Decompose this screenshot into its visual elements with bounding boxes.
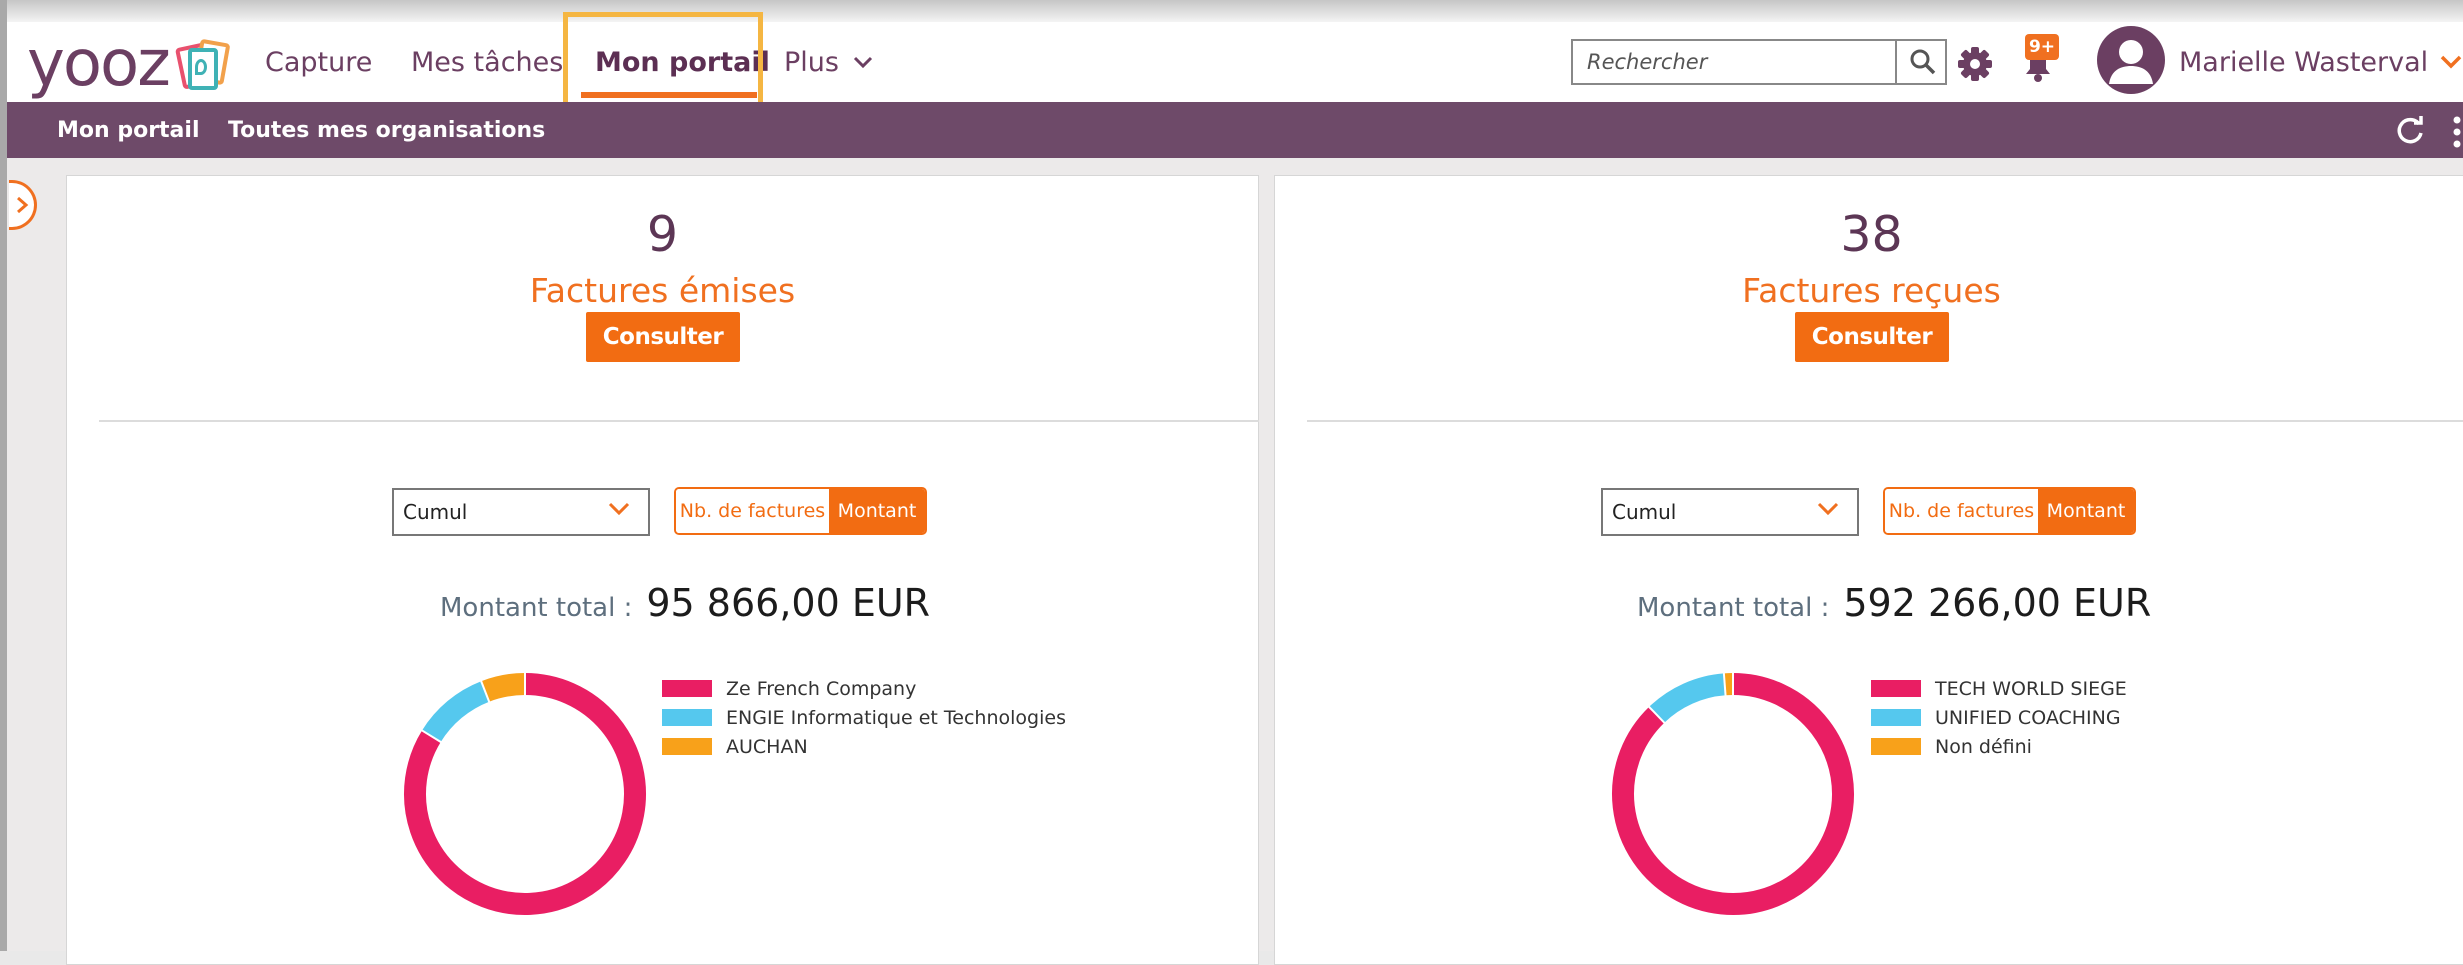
user-icon — [2097, 26, 2165, 94]
total-value: 592 266,00 EUR — [1843, 581, 2151, 625]
top-bar: yooz Capture Mes tâches Mon portail Plus… — [7, 22, 2463, 102]
panel-title: Factures émises — [67, 271, 1258, 310]
subnav-toutes-organisations[interactable]: Toutes mes organisations — [228, 102, 545, 158]
window-frame-top — [0, 0, 2463, 22]
total-amount: Montant total : 95 866,00 EUR — [440, 581, 930, 629]
period-select[interactable]: Cumul — [392, 488, 650, 536]
panel-factures-recues: 38 Factures reçues Consulter Cumul Nb. d… — [1274, 175, 2463, 965]
legend-swatch — [662, 738, 712, 755]
chevron-down-icon — [2440, 55, 2462, 69]
search-icon — [1909, 48, 1937, 76]
nav-plus-label: Plus — [784, 47, 839, 78]
window-frame-left — [0, 0, 7, 951]
chevron-down-icon — [853, 55, 873, 69]
logo-cards-icon — [175, 35, 233, 93]
panel-factures-emises: 9 Factures émises Consulter Cumul Nb. de… — [66, 175, 1259, 965]
toggle-montant[interactable]: Montant — [2038, 489, 2134, 533]
search-button[interactable] — [1895, 41, 1949, 83]
gear-icon[interactable] — [1955, 44, 1995, 84]
nav-plus[interactable]: Plus — [784, 22, 873, 102]
total-label: Montant total : — [1637, 593, 1829, 623]
legend-label: AUCHAN — [726, 736, 808, 758]
divider — [1307, 420, 2463, 422]
donut-slice-2[interactable] — [431, 691, 485, 736]
chevron-down-icon — [1817, 502, 1839, 516]
focus-highlight-box — [563, 12, 763, 112]
period-select-value: Cumul — [403, 500, 467, 524]
chevron-down-icon — [608, 502, 630, 516]
toggle-nb-factures[interactable]: Nb. de factures — [1885, 489, 2038, 533]
total-amount: Montant total : 592 266,00 EUR — [1637, 581, 2151, 629]
nav-mes-taches[interactable]: Mes tâches — [411, 22, 563, 102]
period-select-value: Cumul — [1612, 500, 1676, 524]
legend-item[interactable]: UNIFIED COACHING — [1871, 703, 2127, 732]
toggle-montant[interactable]: Montant — [829, 489, 925, 533]
legend-swatch — [1871, 738, 1921, 755]
total-value: 95 866,00 EUR — [646, 581, 930, 625]
donut-slice-3[interactable] — [485, 684, 525, 691]
refresh-icon[interactable] — [2392, 112, 2428, 148]
invoice-count: 9 — [67, 206, 1258, 263]
legend-item[interactable]: TECH WORLD SIEGE — [1871, 674, 2127, 703]
legend-swatch — [662, 709, 712, 726]
legend-item[interactable]: ENGIE Informatique et Technologies — [662, 703, 1066, 732]
total-label: Montant total : — [440, 593, 632, 623]
notification-badge: 9+ — [2025, 34, 2059, 60]
more-options-icon[interactable] — [2451, 114, 2463, 150]
chevron-right-icon — [15, 195, 29, 215]
chart-legend: TECH WORLD SIEGE UNIFIED COACHING Non défi… — [1871, 674, 2127, 761]
consulter-button[interactable]: Consulter — [586, 312, 740, 362]
legend-label: Ze French Company — [726, 678, 916, 700]
nav-capture[interactable]: Capture — [265, 22, 372, 102]
metric-toggle: Nb. de factures Montant — [1883, 487, 2136, 535]
legend-swatch — [1871, 680, 1921, 697]
chart-legend: Ze French Company ENGIE Informatique et T… — [662, 674, 1066, 761]
legend-label: TECH WORLD SIEGE — [1935, 678, 2127, 700]
period-select[interactable]: Cumul — [1601, 488, 1859, 536]
legend-label: Non défini — [1935, 736, 2032, 758]
legend-label: UNIFIED COACHING — [1935, 707, 2121, 729]
user-name: Marielle Wasterval — [2179, 47, 2428, 78]
legend-swatch — [662, 680, 712, 697]
user-menu[interactable]: Marielle Wasterval — [2179, 22, 2462, 102]
sub-nav-bar: Mon portail Toutes mes organisations — [7, 102, 2463, 158]
search-box — [1571, 39, 1947, 85]
metric-toggle: Nb. de factures Montant — [674, 487, 927, 535]
yooz-logo[interactable]: yooz — [27, 32, 233, 96]
donut-chart — [397, 666, 653, 922]
panel-title: Factures reçues — [1275, 271, 2463, 310]
donut-slice-1[interactable] — [1623, 684, 1843, 904]
divider — [99, 420, 1259, 422]
legend-swatch — [1871, 709, 1921, 726]
consulter-button[interactable]: Consulter — [1795, 312, 1949, 362]
legend-label: ENGIE Informatique et Technologies — [726, 707, 1066, 729]
toggle-nb-factures[interactable]: Nb. de factures — [676, 489, 829, 533]
donut-slice-2[interactable] — [1657, 684, 1725, 714]
avatar[interactable] — [2097, 26, 2165, 94]
logo-text: yooz — [27, 32, 169, 96]
donut-chart — [1605, 666, 1861, 922]
legend-item[interactable]: Ze French Company — [662, 674, 1066, 703]
search-input[interactable] — [1573, 41, 1895, 83]
subnav-mon-portail[interactable]: Mon portail — [57, 102, 199, 158]
legend-item[interactable]: AUCHAN — [662, 732, 1066, 761]
legend-item[interactable]: Non défini — [1871, 732, 2127, 761]
invoice-count: 38 — [1275, 206, 2463, 263]
